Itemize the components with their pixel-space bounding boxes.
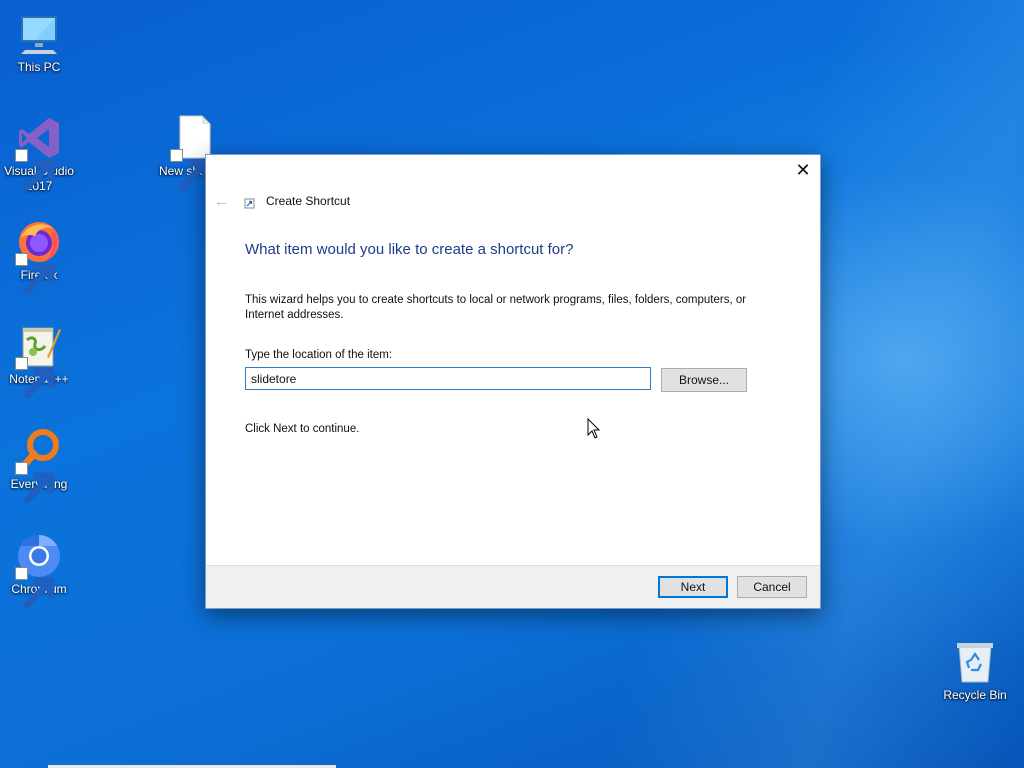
wizard-heading: What item would you like to create a sho… (245, 241, 574, 258)
location-input[interactable] (245, 367, 651, 390)
desktop-icon-label: Recycle Bin (943, 688, 1007, 702)
desktop-icon-visual-studio[interactable]: Visual Studio 2017 (0, 114, 78, 194)
shortcut-wizard-icon (244, 197, 256, 209)
wizard-description: This wizard helps you to create shortcut… (245, 294, 747, 321)
close-icon: ✕ (795, 159, 811, 180)
firefox-icon (15, 218, 63, 296)
shortcut-arrow-icon (15, 253, 55, 296)
shortcut-arrow-icon (15, 149, 55, 192)
shortcut-arrow-icon (15, 357, 55, 400)
back-arrow-icon[interactable]: ← (214, 193, 236, 210)
location-label: Type the location of the item: (245, 349, 393, 361)
mouse-pointer-icon (587, 418, 601, 439)
cancel-button[interactable]: Cancel (737, 576, 807, 598)
recycle-bin-icon (951, 638, 999, 686)
desktop-icon-firefox[interactable]: Firefox (0, 218, 78, 296)
desktop-icon-everything[interactable]: Everything (0, 427, 78, 505)
dialog-footer: Next Cancel (206, 565, 820, 608)
desktop-icon-this-pc[interactable]: This PC (0, 10, 78, 75)
next-button[interactable]: Next (658, 576, 728, 598)
shortcut-arrow-icon (15, 567, 55, 610)
desktop-icon-chromium[interactable]: Chromium (0, 532, 78, 610)
desktop-icon-label: This PC (17, 60, 61, 74)
shortcut-arrow-icon (170, 149, 210, 192)
create-shortcut-dialog: ✕ ← Create Shortcut What item would you … (205, 154, 821, 609)
computer-icon (15, 10, 63, 58)
shortcut-arrow-icon (15, 462, 55, 505)
notepad-plus-plus-icon (15, 322, 63, 400)
desktop-icon-recycle-bin[interactable]: Recycle Bin (936, 638, 1014, 703)
wizard-header: ← Create Shortcut (214, 191, 350, 211)
close-button[interactable]: ✕ (786, 155, 820, 185)
desktop-icon-notepad-plus-plus[interactable]: Notepad++ (0, 322, 78, 400)
browse-button[interactable]: Browse... (661, 368, 747, 392)
visual-studio-icon (15, 114, 63, 192)
continue-hint: Click Next to continue. (245, 423, 360, 435)
everything-search-icon (15, 427, 63, 505)
chromium-icon (15, 532, 63, 610)
dialog-title: Create Shortcut (266, 194, 351, 208)
